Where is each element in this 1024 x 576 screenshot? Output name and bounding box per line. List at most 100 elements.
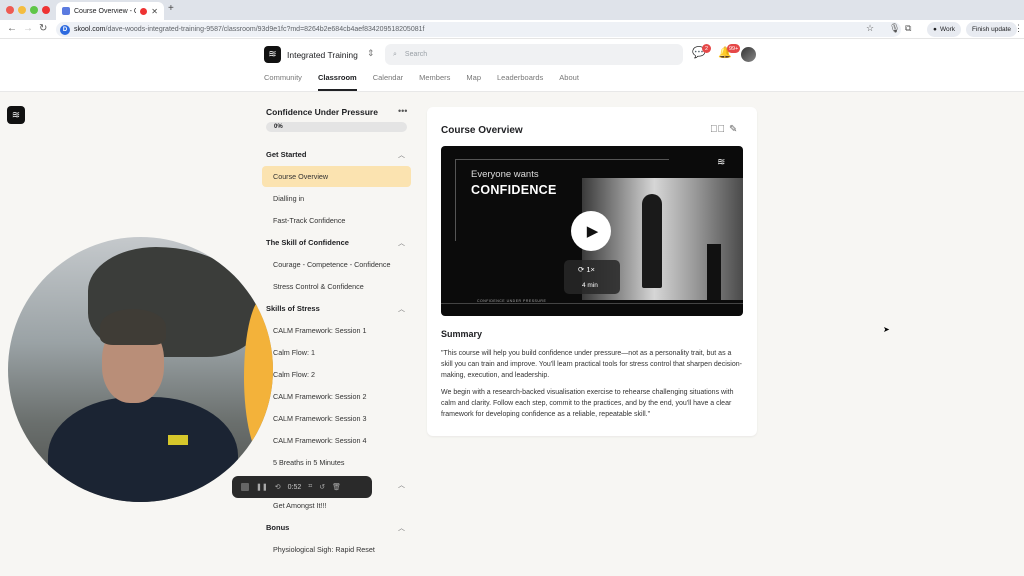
- speaker-silhouette: [642, 194, 662, 288]
- edit-pencil-icon[interactable]: ✎: [729, 124, 737, 135]
- mouse-cursor-icon: ➤: [883, 325, 890, 334]
- lesson-item[interactable]: Stress Control & Confidence: [262, 276, 411, 297]
- frame-line: [455, 159, 456, 241]
- video-duration: 4 min: [582, 282, 598, 289]
- group-logo-icon[interactable]: ≋: [264, 46, 281, 63]
- podium-silhouette: [707, 244, 721, 300]
- window-minimize-icon[interactable]: [18, 6, 26, 14]
- playback-speed[interactable]: ⟳ 1×: [578, 265, 595, 274]
- speed-value: 1×: [586, 265, 595, 274]
- profile-icon: ●: [933, 26, 937, 33]
- recording-controls: ❚❚ ⟲ 0:52 ⌗ ↺ 🗑: [232, 476, 372, 498]
- browser-tab[interactable]: Course Overview - Confi ✕: [56, 2, 164, 20]
- tab-recording-icon: [140, 7, 148, 15]
- browser-toolbar: ← → ↻ D skool.com/dave-woods-integrated-…: [0, 20, 1024, 39]
- tab-close-icon[interactable]: ✕: [151, 7, 158, 16]
- chevron-up-icon[interactable]: ︿: [398, 238, 405, 248]
- lesson-item[interactable]: Fast-Track Confidence: [262, 210, 411, 231]
- restart-icon[interactable]: ↺: [319, 483, 325, 491]
- new-tab-icon[interactable]: +: [168, 3, 174, 14]
- main-nav: Community Classroom Calendar Members Map…: [264, 73, 595, 91]
- frame-line: [441, 303, 743, 304]
- section-title[interactable]: Get Started: [266, 150, 306, 159]
- play-button[interactable]: ▶: [571, 211, 611, 251]
- grid-icon[interactable]: ⌗: [308, 483, 312, 491]
- menu-kebab-icon[interactable]: ⋮: [1014, 23, 1023, 34]
- extensions-icon[interactable]: ⧉: [905, 23, 911, 34]
- section-title[interactable]: Skills of Stress: [266, 304, 320, 313]
- stop-recording-icon[interactable]: [241, 483, 249, 491]
- lesson-item[interactable]: Physiological Sigh: Rapid Reset: [262, 539, 411, 560]
- mark-complete-check-icon[interactable]: ✓⃝: [710, 124, 725, 135]
- chat-badge: 2: [702, 44, 711, 53]
- pause-icon[interactable]: ❚❚: [256, 483, 268, 491]
- lesson-item[interactable]: Get Amongst It!!!: [262, 495, 411, 516]
- lesson-item[interactable]: Courage - Competence - Confidence: [262, 254, 411, 275]
- lesson-item[interactable]: Calm Flow: 1: [262, 342, 411, 363]
- tab-title: Course Overview - Confi: [74, 7, 136, 15]
- webcam-bubble[interactable]: [8, 237, 273, 502]
- browser-tabbar: Course Overview - Confi ✕ +: [0, 0, 1024, 20]
- search-input[interactable]: ⌕ Search: [385, 44, 683, 65]
- lesson-item[interactable]: Calm Flow: 2: [262, 364, 411, 385]
- reload-icon[interactable]: ↻: [39, 23, 47, 34]
- url-path: /dave-woods-integrated-training-9587/cla…: [105, 26, 425, 33]
- rewind-icon[interactable]: ⟲: [275, 483, 281, 491]
- lesson-item[interactable]: CALM Framework: Session 3: [262, 408, 411, 429]
- lesson-title: Course Overview: [441, 125, 523, 136]
- profile-label: Work: [939, 26, 955, 33]
- address-bar[interactable]: D skool.com/dave-woods-integrated-traini…: [56, 22, 901, 37]
- lesson-card: Course Overview ✓⃝ ✎ Everyone wants CONF…: [427, 107, 757, 436]
- search-icon: ⌕: [393, 50, 397, 58]
- webcam-presenter-body: [48, 397, 238, 502]
- jacket-logo: [168, 435, 188, 445]
- group-switcher-icon[interactable]: ⇕: [367, 48, 375, 59]
- chevron-up-icon[interactable]: ︿: [398, 480, 405, 490]
- tab-leaderboards[interactable]: Leaderboards: [497, 73, 543, 91]
- section-title[interactable]: The Skill of Confidence: [266, 238, 349, 247]
- forward-icon[interactable]: →: [23, 23, 33, 34]
- progress-label: 0%: [274, 123, 283, 130]
- chevron-up-icon[interactable]: ︿: [398, 150, 405, 160]
- finish-update-button[interactable]: Finish update: [966, 22, 1018, 37]
- lesson-item[interactable]: Course Overview: [262, 166, 411, 187]
- tab-map[interactable]: Map: [466, 73, 481, 91]
- more-options-icon[interactable]: •••: [398, 106, 407, 116]
- summary-paragraph-1: "This course will help you build confide…: [441, 350, 742, 379]
- url-host: skool.com: [74, 26, 106, 33]
- chevron-up-icon[interactable]: ︿: [398, 304, 405, 314]
- profile-work-button[interactable]: ● Work: [927, 22, 961, 37]
- lesson-item[interactable]: 5 Breaths in 5 Minutes: [262, 452, 411, 473]
- video-info-overlay[interactable]: ⟳ 1× 4 min: [564, 260, 620, 294]
- finish-update-label: Finish update: [972, 26, 1012, 33]
- app-header: ≋ Integrated Training ⇕ ⌕ Search 💬 2 🔔 9…: [0, 39, 1024, 92]
- video-footer-text: CONFIDENCE UNDER PRESSURE: [477, 299, 547, 303]
- site-info-icon[interactable]: D: [60, 24, 70, 35]
- section-title[interactable]: Bonus: [266, 523, 289, 532]
- tab-about[interactable]: About: [559, 73, 579, 91]
- lesson-item[interactable]: CALM Framework: Session 4: [262, 430, 411, 451]
- notifications-badge: 99+: [727, 44, 741, 53]
- lesson-item[interactable]: Dialling in: [262, 188, 411, 209]
- lesson-item[interactable]: CALM Framework: Session 1: [262, 320, 411, 341]
- delete-icon[interactable]: 🗑: [332, 483, 341, 491]
- screen-recorder-logo-icon[interactable]: ≋: [7, 106, 25, 124]
- lesson-item[interactable]: CALM Framework: Session 2: [262, 386, 411, 407]
- bookmark-star-icon[interactable]: ☆: [866, 23, 874, 34]
- window-maximize-icon[interactable]: [30, 6, 38, 14]
- chevron-up-icon[interactable]: ︿: [398, 523, 405, 533]
- back-icon[interactable]: ←: [7, 23, 17, 34]
- tab-calendar[interactable]: Calendar: [373, 73, 403, 91]
- microphone-icon[interactable]: 🎙: [889, 23, 900, 34]
- tab-classroom[interactable]: Classroom: [317, 73, 357, 91]
- course-title: Confidence Under Pressure: [266, 107, 378, 117]
- user-avatar[interactable]: [741, 47, 756, 62]
- webcam-presenter-hat: [100, 309, 166, 345]
- course-progress-bar: 0%: [266, 122, 407, 132]
- window-close-icon[interactable]: [6, 6, 14, 14]
- summary-paragraph-2: We begin with a research-backed visualis…: [441, 389, 734, 418]
- tab-community[interactable]: Community: [264, 73, 302, 91]
- group-name[interactable]: Integrated Training: [287, 50, 358, 60]
- tab-members[interactable]: Members: [419, 73, 450, 91]
- video-player[interactable]: Everyone wants CONFIDENCE CONFIDENCE UND…: [441, 146, 743, 316]
